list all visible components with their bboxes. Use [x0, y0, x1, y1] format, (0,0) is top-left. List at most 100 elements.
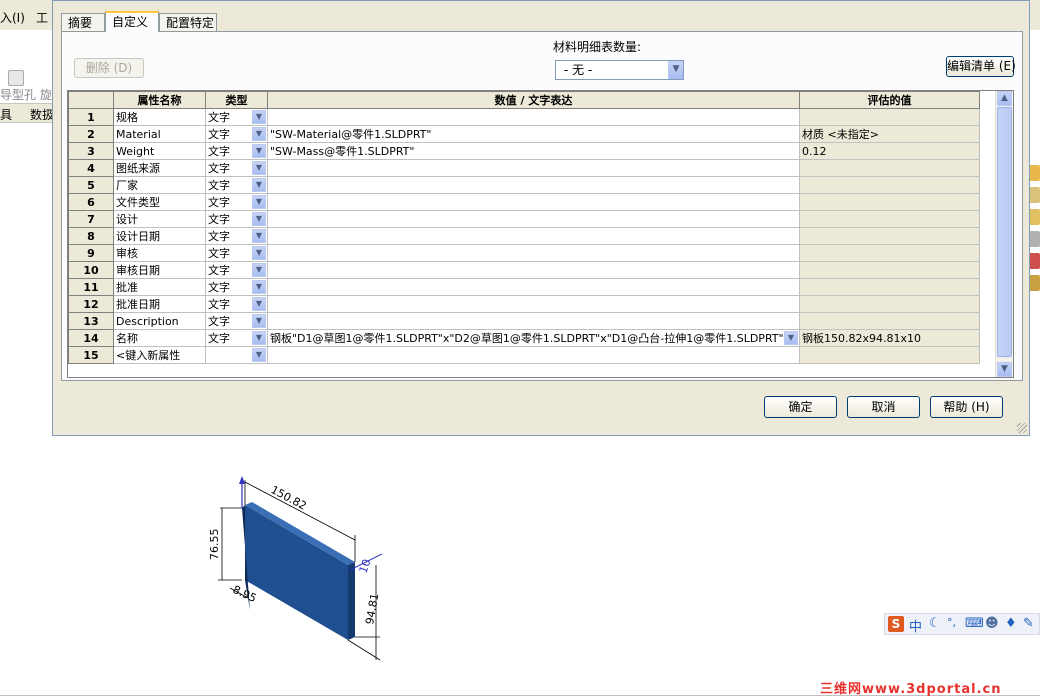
chevron-down-icon[interactable]: ▼	[252, 280, 266, 294]
row-number[interactable]: 1	[68, 108, 114, 126]
chevron-down-icon[interactable]: ▼	[252, 161, 266, 175]
property-name-cell[interactable]: 批准	[113, 278, 206, 296]
grid-vertical-scrollbar[interactable]: ▲ ▼	[995, 91, 1013, 377]
scroll-up-icon[interactable]: ▲	[997, 91, 1012, 106]
edit-list-button[interactable]: 编辑清单 (E)	[946, 56, 1016, 77]
table-row[interactable]: 5 厂家 文字 ▼	[68, 176, 980, 194]
row-number[interactable]: 14	[68, 329, 114, 347]
type-select[interactable]: 文字 ▼	[205, 244, 268, 262]
chevron-down-icon[interactable]: ▼	[252, 127, 266, 141]
ok-button[interactable]: 确定	[764, 396, 837, 418]
property-name-cell[interactable]: Material	[113, 125, 206, 143]
dim-height-left[interactable]: 76.55	[208, 529, 221, 561]
row-number[interactable]: 5	[68, 176, 114, 194]
value-expression-cell[interactable]	[267, 108, 800, 126]
property-name-cell[interactable]: 名称	[113, 329, 206, 347]
menu-tools[interactable]: 工	[36, 9, 48, 26]
row-number[interactable]: 6	[68, 193, 114, 211]
value-expression-cell[interactable]	[267, 159, 800, 177]
ime-mode[interactable]: 中	[909, 616, 922, 635]
table-row[interactable]: 11 批准 文字 ▼	[68, 278, 980, 296]
tab-summary[interactable]: 摘要	[61, 13, 105, 31]
table-row[interactable]: 1 规格 文字 ▼	[68, 108, 980, 126]
help-button[interactable]: 帮助 (H)	[930, 396, 1003, 418]
cancel-button[interactable]: 取消	[847, 396, 920, 418]
type-select[interactable]: 文字 ▼	[205, 176, 268, 194]
table-row[interactable]: 2 Material 文字 ▼ "SW-Material@零件1.SLDPRT" 材质 <…	[68, 125, 980, 143]
chevron-down-icon[interactable]: ▼	[252, 144, 266, 158]
row-number[interactable]: 10	[68, 261, 114, 279]
value-expression-cell[interactable]	[267, 176, 800, 194]
property-name-cell[interactable]: Description	[113, 312, 206, 330]
row-number[interactable]: 4	[68, 159, 114, 177]
ime-user-icon[interactable]: ☻	[985, 616, 999, 631]
ime-keyboard-icon[interactable]: ⌨	[965, 616, 984, 631]
dim-height-right[interactable]: 94.81	[363, 592, 381, 625]
type-select[interactable]: 文字 ▼	[205, 125, 268, 143]
value-expression-cell[interactable]	[267, 312, 800, 330]
header-type[interactable]: 类型	[205, 91, 268, 109]
property-name-cell[interactable]: 文件类型	[113, 193, 206, 211]
type-select[interactable]: 文字 ▼	[205, 312, 268, 330]
header-property-name[interactable]: 属性名称	[113, 91, 206, 109]
table-row[interactable]: 15 <键入新属性 ▼	[68, 346, 980, 364]
value-expression-cell[interactable]	[267, 210, 800, 228]
ime-punct-icon[interactable]: °,	[947, 616, 956, 629]
chevron-down-icon[interactable]: ▼	[252, 229, 266, 243]
row-number[interactable]: 3	[68, 142, 114, 160]
type-select[interactable]: 文字 ▼	[205, 227, 268, 245]
chevron-down-icon[interactable]: ▼	[252, 212, 266, 226]
type-select[interactable]: 文字 ▼	[205, 193, 268, 211]
delete-button[interactable]: 删除 (D)	[74, 58, 144, 78]
dim-small[interactable]: 8.95	[231, 583, 259, 605]
table-row[interactable]: 4 图纸来源 文字 ▼	[68, 159, 980, 177]
value-expression-cell[interactable]: 钢板"D1@草图1@零件1.SLDPRT"x"D2@草图1@零件1.SLDPRT…	[267, 329, 800, 347]
value-expression-cell[interactable]	[267, 244, 800, 262]
ime-moon-icon[interactable]: ☾	[929, 616, 941, 631]
type-select[interactable]: 文字 ▼	[205, 210, 268, 228]
table-row[interactable]: 13 Description 文字 ▼	[68, 312, 980, 330]
chevron-down-icon[interactable]: ▼	[668, 61, 683, 79]
chevron-down-icon[interactable]: ▼	[784, 331, 798, 345]
row-number[interactable]: 7	[68, 210, 114, 228]
property-name-cell[interactable]: 厂家	[113, 176, 206, 194]
property-name-cell[interactable]: 审核	[113, 244, 206, 262]
value-expression-cell[interactable]	[267, 193, 800, 211]
type-select[interactable]: 文字 ▼	[205, 159, 268, 177]
header-evaluated-value[interactable]: 评估的值	[799, 91, 980, 109]
chevron-down-icon[interactable]: ▼	[252, 331, 266, 345]
scroll-thumb[interactable]	[997, 107, 1012, 357]
value-expression-cell[interactable]	[267, 278, 800, 296]
chevron-down-icon[interactable]: ▼	[252, 110, 266, 124]
part-model-view[interactable]: 150.82 76.55 10 8.95 94.81	[190, 470, 390, 670]
row-number[interactable]: 13	[68, 312, 114, 330]
dim-thickness[interactable]: 10	[357, 557, 374, 575]
header-value-expression[interactable]: 数值 / 文字表达	[267, 91, 800, 109]
chevron-down-icon[interactable]: ▼	[252, 246, 266, 260]
scroll-down-icon[interactable]: ▼	[997, 362, 1012, 377]
property-name-cell[interactable]: 审核日期	[113, 261, 206, 279]
command-tab-tools[interactable]: 具	[0, 106, 12, 123]
row-number[interactable]: 9	[68, 244, 114, 262]
resize-grip-icon[interactable]	[1017, 423, 1027, 433]
type-select[interactable]: ▼	[205, 346, 268, 364]
property-name-cell[interactable]: <键入新属性	[113, 346, 206, 364]
table-row[interactable]: 6 文件类型 文字 ▼	[68, 193, 980, 211]
tab-configuration-specific[interactable]: 配置特定	[159, 13, 217, 31]
table-row[interactable]: 7 设计 文字 ▼	[68, 210, 980, 228]
property-name-cell[interactable]: 批准日期	[113, 295, 206, 313]
row-number[interactable]: 8	[68, 227, 114, 245]
type-select[interactable]: 文字 ▼	[205, 295, 268, 313]
type-select[interactable]: 文字 ▼	[205, 108, 268, 126]
row-number[interactable]: 15	[68, 346, 114, 364]
ime-toolbar[interactable]: S 中 ☾ °, ⌨ ☻ ♦ ✎	[884, 613, 1040, 635]
chevron-down-icon[interactable]: ▼	[252, 348, 266, 362]
row-number[interactable]: 2	[68, 125, 114, 143]
type-select[interactable]: 文字 ▼	[205, 278, 268, 296]
value-expression-cell[interactable]	[267, 261, 800, 279]
table-row[interactable]: 12 批准日期 文字 ▼	[68, 295, 980, 313]
menu-insert[interactable]: 入(I)	[0, 9, 25, 26]
type-select[interactable]: 文字 ▼	[205, 142, 268, 160]
property-name-cell[interactable]: 设计	[113, 210, 206, 228]
chevron-down-icon[interactable]: ▼	[252, 314, 266, 328]
